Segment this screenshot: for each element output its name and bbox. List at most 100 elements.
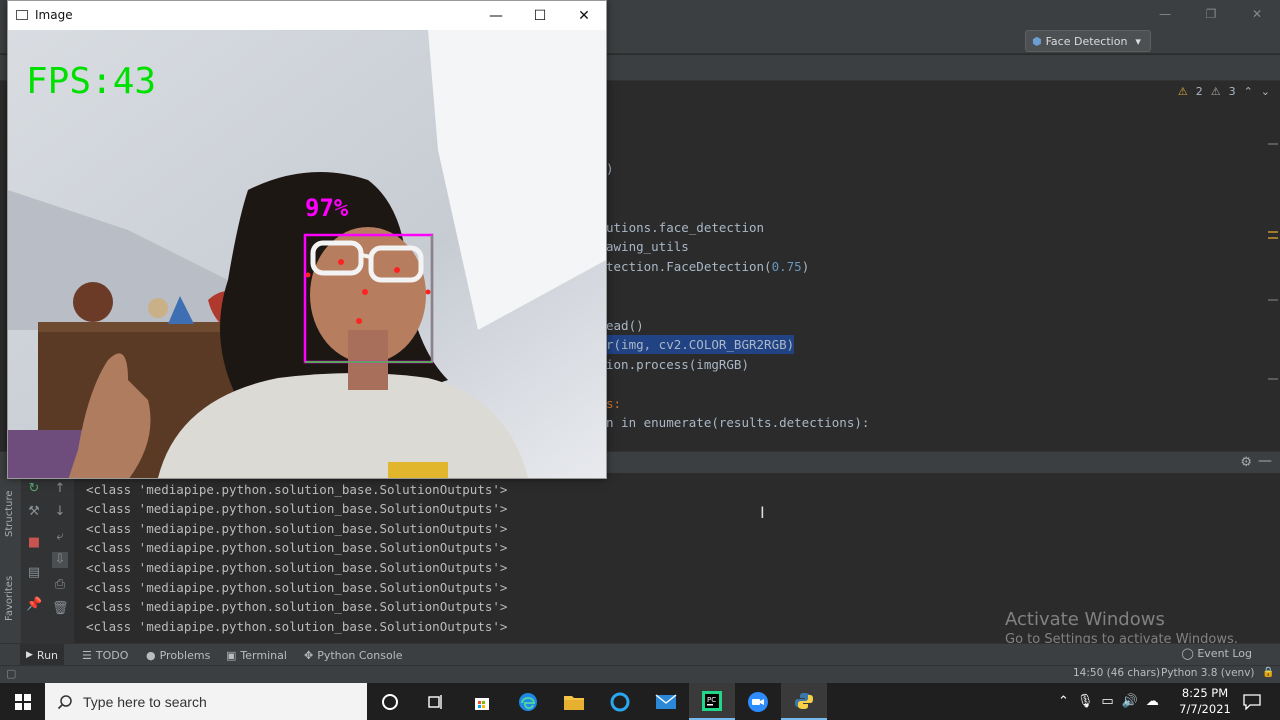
taskbar-search[interactable]: [45, 683, 367, 720]
tab-problems-label: Problems: [159, 648, 211, 662]
scroll-to-end-icon[interactable]: ⇩: [52, 552, 68, 568]
taskbar-file-explorer[interactable]: [551, 683, 597, 720]
run-panel-toolbar: ↻ ↑ ⚒ ↓ ■ ⤶ ⇩ ▤ ⎙ 📌 🗑: [22, 473, 74, 643]
window-title-bar[interactable]: Image — ☐ ✕: [8, 1, 606, 30]
ide-close-button[interactable]: ✕: [1234, 0, 1280, 28]
structure-tab[interactable]: Structure: [4, 490, 15, 537]
taskbar-pycharm[interactable]: PC: [689, 683, 735, 720]
shirt-print: [388, 462, 448, 478]
webcam-frame: FPS:43 97%: [8, 30, 606, 478]
caret-position[interactable]: 14:50 (46 chars): [1073, 667, 1160, 679]
console-line: <class 'mediapipe.python.solution_base.S…: [86, 521, 508, 536]
code-text: tection.FaceDetection(: [606, 259, 772, 274]
status-toggle-icon[interactable]: ▢: [6, 667, 16, 680]
activation-title: Activate Windows: [1005, 609, 1165, 630]
arrow-up-icon[interactable]: ↑: [52, 481, 68, 497]
stripe-mark[interactable]: [1268, 143, 1278, 145]
notification-center-button[interactable]: [1232, 683, 1272, 720]
volume-icon[interactable]: 🔊: [1122, 694, 1138, 709]
stripe-mark[interactable]: [1268, 299, 1278, 301]
search-input[interactable]: [83, 693, 353, 710]
chevron-up-icon[interactable]: ⌃: [1244, 85, 1253, 98]
console-line: <class 'mediapipe.python.solution_base.S…: [86, 482, 508, 497]
keypoint-left-eye: [394, 267, 400, 273]
console-line: <class 'mediapipe.python.solution_base.S…: [86, 599, 508, 614]
favorites-tab[interactable]: Favorites: [4, 576, 15, 621]
tab-python-console[interactable]: ✥ Python Console: [298, 644, 409, 666]
event-log-button[interactable]: ◯ Event Log: [1182, 647, 1252, 660]
microphone-icon[interactable]: 🎙: [1077, 694, 1094, 709]
layout-icon[interactable]: ▤: [26, 565, 42, 581]
stop-icon[interactable]: ■: [26, 535, 42, 551]
code-line-selected: r(img, cv2.COLOR_BGR2RGB): [606, 335, 795, 354]
warning-icon: ⚠: [1177, 85, 1188, 98]
cloud-icon[interactable]: ☁: [1146, 694, 1159, 709]
taskbar-mail[interactable]: [643, 683, 689, 720]
keypoint-right-ear: [305, 272, 311, 278]
cortana-button[interactable]: [367, 683, 413, 720]
fps-label: FPS:43: [26, 61, 156, 102]
close-button[interactable]: ✕: [562, 1, 606, 30]
code-line: ion.process(imgRGB): [606, 357, 749, 372]
console-line: <class 'mediapipe.python.solution_base.S…: [86, 560, 508, 575]
stripe-mark[interactable]: [1268, 378, 1278, 380]
tab-run[interactable]: ▶ Run: [20, 644, 65, 666]
lock-icon[interactable]: 🔒: [1262, 667, 1274, 678]
print-icon[interactable]: ⎙: [52, 577, 68, 593]
clock-time: 8:25 PM: [1181, 686, 1229, 700]
start-button[interactable]: [0, 683, 45, 720]
task-view-button[interactable]: [413, 683, 459, 720]
console-line: <class 'mediapipe.python.solution_base.S…: [86, 580, 508, 595]
maximize-button[interactable]: ☐: [518, 1, 562, 30]
warning-count: 2: [1195, 85, 1203, 98]
taskbar-store[interactable]: [459, 683, 505, 720]
stripe-mark[interactable]: [1268, 237, 1278, 239]
run-config-dropdown[interactable]: ⬢ Face Detection ▾: [1025, 30, 1151, 52]
gear-icon[interactable]: ⚙: [1240, 455, 1252, 470]
tab-problems[interactable]: ● Problems: [140, 644, 216, 666]
ide-minimize-button[interactable]: —: [1142, 0, 1188, 28]
code-line: tection.FaceDetection(0.75): [606, 257, 809, 276]
code-line: awing_utils: [606, 239, 689, 254]
clock-date: 7/7/2021: [1179, 702, 1231, 716]
tab-terminal[interactable]: ▣ Terminal: [220, 644, 293, 666]
window-title: Image: [35, 8, 73, 22]
windows-logo-icon: [14, 693, 31, 710]
wrench-icon[interactable]: ⚒: [26, 504, 42, 520]
circle-app-icon: [610, 692, 630, 711]
pin-icon[interactable]: 📌: [26, 597, 42, 613]
opencv-image-window[interactable]: Image — ☐ ✕ FPS:43 97%: [7, 0, 607, 479]
inspection-widget[interactable]: ⚠ 2 ⚠ 3 ⌃ ⌄: [1178, 85, 1270, 98]
keypoint-right-eye: [338, 259, 344, 265]
run-config-label: Face Detection: [1045, 34, 1128, 48]
interpreter-selector[interactable]: Python 3.8 (venv): [1161, 667, 1255, 679]
rerun-icon[interactable]: ↻: [26, 481, 42, 497]
ide-restore-button[interactable]: ❐: [1188, 0, 1234, 28]
taskbar-zoom[interactable]: [735, 683, 781, 720]
weak-warning-count: 3: [1228, 85, 1236, 98]
trash-icon[interactable]: 🗑: [52, 601, 69, 617]
system-tray: ⌃ 🎙 ▭ 🔊 ☁: [1058, 683, 1159, 720]
console-output[interactable]: <class 'mediapipe.python.solution_base.S…: [74, 473, 1280, 647]
taskbar-clock[interactable]: 8:25 PM 7/7/2021: [1170, 685, 1240, 717]
stripe-mark[interactable]: [1268, 231, 1278, 233]
python-config-icon: ⬢: [1032, 34, 1042, 48]
event-log-label: Event Log: [1197, 647, 1252, 660]
tab-todo[interactable]: ☰ TODO: [76, 644, 134, 666]
chevron-down-icon[interactable]: ⌄: [1261, 85, 1270, 98]
windows-activation-watermark: Activate Windows Go to Settings to activ…: [1005, 609, 1238, 647]
minimize-panel-icon[interactable]: —: [1258, 453, 1272, 469]
info-icon: ●: [146, 648, 156, 662]
taskbar-cortana-app[interactable]: [597, 683, 643, 720]
arrow-down-icon[interactable]: ↓: [52, 504, 68, 520]
code-number: 0.75: [771, 259, 802, 274]
soft-wrap-icon[interactable]: ⤶: [52, 529, 68, 545]
taskbar-python[interactable]: [781, 683, 827, 720]
event-log-icon: ◯: [1181, 647, 1194, 660]
chevron-down-icon: ▾: [1135, 34, 1141, 48]
minimize-button[interactable]: —: [474, 1, 518, 30]
battery-icon[interactable]: ▭: [1101, 694, 1113, 709]
chevron-up-icon[interactable]: ⌃: [1058, 694, 1069, 709]
list-icon: ☰: [82, 648, 92, 662]
taskbar-edge[interactable]: [505, 683, 551, 720]
